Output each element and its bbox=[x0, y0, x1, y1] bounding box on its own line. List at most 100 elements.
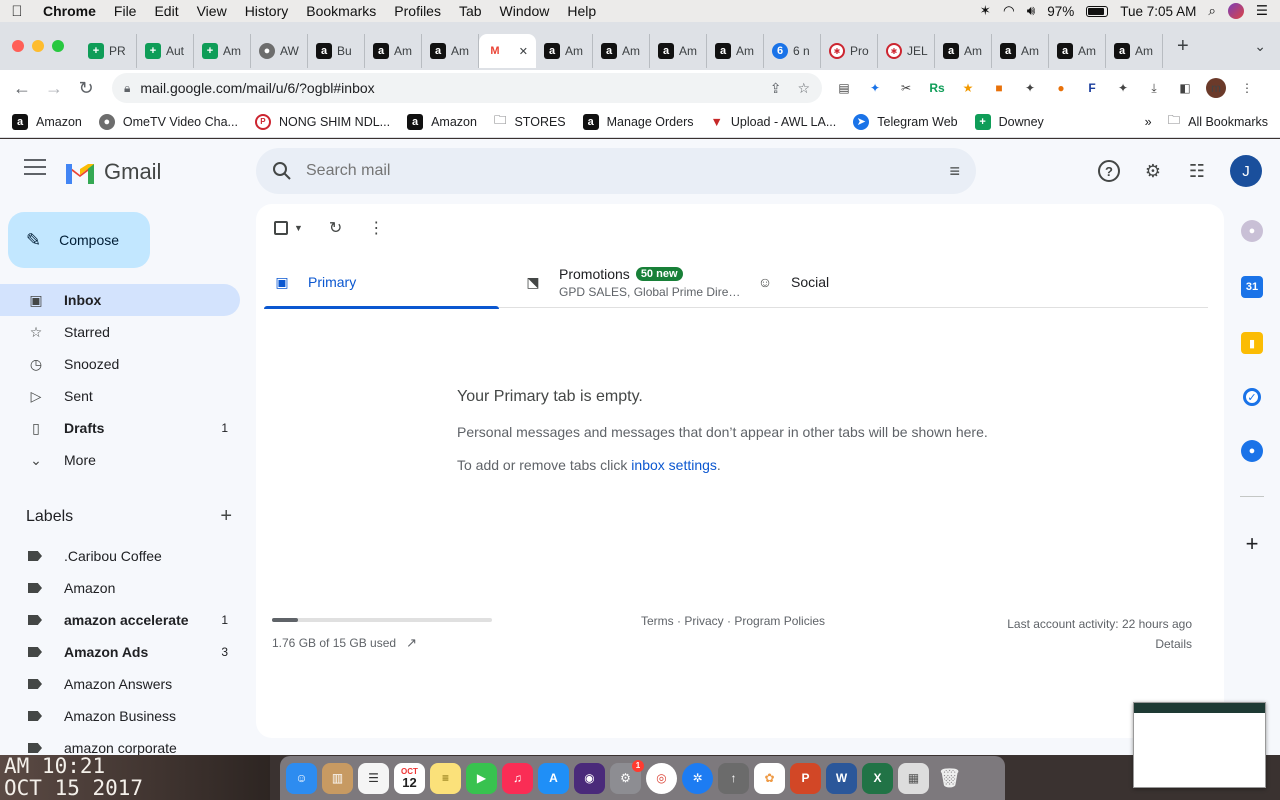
program-policies-link[interactable]: Program Policies bbox=[734, 614, 825, 628]
battery-icon[interactable] bbox=[1086, 5, 1109, 17]
label-item[interactable]: Amazon Answers bbox=[0, 668, 240, 700]
label-item[interactable]: amazon accelerate 1 bbox=[0, 604, 240, 636]
calendar-dock-icon[interactable]: OCT 12 bbox=[394, 762, 425, 794]
menu-history[interactable]: History bbox=[236, 3, 298, 19]
contacts-book-icon[interactable]: ▥ bbox=[322, 762, 353, 794]
browser-tab[interactable]: ✱ JEL bbox=[878, 34, 935, 68]
bookmark-item[interactable]: ➤ Telegram Web bbox=[853, 111, 958, 132]
browser-tab[interactable]: a Am bbox=[935, 34, 992, 68]
excel-icon[interactable]: X bbox=[862, 762, 893, 794]
help-icon[interactable]: ? bbox=[1098, 160, 1120, 182]
select-checkbox[interactable]: ▼ bbox=[274, 221, 303, 235]
browser-tab[interactable]: + Am bbox=[194, 34, 251, 68]
trash-icon[interactable]: 🗑︎ bbox=[934, 763, 965, 794]
close-tab-icon[interactable]: ✕ bbox=[519, 45, 528, 58]
menu-edit[interactable]: Edit bbox=[145, 3, 187, 19]
label-item[interactable]: Amazon Business bbox=[0, 700, 240, 732]
tab-primary[interactable]: ▣ Primary bbox=[264, 256, 499, 309]
facetime-icon[interactable]: ▶ bbox=[466, 762, 497, 794]
app-store-icon[interactable]: A bbox=[538, 762, 569, 794]
all-bookmarks-button[interactable]: 🗀︎ All Bookmarks bbox=[1168, 111, 1268, 132]
get-addons-plus-icon[interactable]: + bbox=[1224, 531, 1280, 557]
calendar-icon[interactable]: 31 bbox=[1241, 276, 1263, 298]
browser-tab[interactable]: 6 6 n bbox=[764, 34, 821, 68]
bookmark-item[interactable]: P NONG SHIM NDL... bbox=[254, 111, 390, 132]
spotlight-search-icon[interactable]: ⌕ bbox=[1208, 3, 1216, 19]
label-item[interactable]: Amazon Ads 3 bbox=[0, 636, 240, 668]
open-storage-external-icon[interactable]: ↗ bbox=[406, 635, 417, 651]
browser-tab[interactable]: a Am bbox=[1106, 34, 1163, 68]
extension-scout-icon[interactable]: ★ bbox=[958, 78, 978, 98]
extension-firefox-icon[interactable]: ● bbox=[1051, 78, 1071, 98]
control-center-icon[interactable]: ☰ bbox=[1256, 3, 1268, 19]
tab-promotions[interactable]: ⬔ Promotions 50 new GPD SALES, Global Pr… bbox=[499, 256, 751, 308]
browser-tab[interactable]: + Aut bbox=[137, 34, 194, 68]
profile-avatar[interactable]: m bbox=[1206, 78, 1226, 98]
tab-social[interactable]: ☺ Social bbox=[751, 256, 951, 308]
label-item[interactable]: amazon corporate bbox=[0, 732, 240, 755]
keep-icon[interactable]: ▮ bbox=[1241, 332, 1263, 354]
more-actions-icon[interactable]: ⋮ bbox=[368, 218, 384, 238]
screenshot-thumbnail[interactable] bbox=[1133, 702, 1266, 788]
settings-gear-icon[interactable]: ⚙ bbox=[1142, 160, 1164, 182]
reminders-icon[interactable]: ☰ bbox=[358, 762, 389, 794]
apple-icon[interactable]:  bbox=[0, 3, 34, 20]
minimize-window-button[interactable] bbox=[32, 40, 44, 52]
browser-tab[interactable]: M ✕ bbox=[479, 34, 536, 68]
nav-item-more[interactable]: ⌄ More bbox=[0, 444, 240, 476]
browser-tab[interactable]: + PR bbox=[80, 34, 137, 68]
music-icon[interactable]: ♫ bbox=[502, 762, 533, 794]
browser-tab[interactable]: ● AW bbox=[251, 34, 308, 68]
apps-grid-icon[interactable]: ☷ bbox=[1186, 160, 1208, 182]
label-item[interactable]: .Caribou Coffee bbox=[0, 540, 240, 572]
search-input[interactable] bbox=[306, 162, 906, 180]
tab-search-chevron-icon[interactable]: ⌄ bbox=[1254, 38, 1266, 55]
browser-tab[interactable]: a Am bbox=[365, 34, 422, 68]
nav-item-starred[interactable]: ☆ Starred bbox=[0, 316, 240, 348]
bookmark-item[interactable]: + Downey bbox=[974, 111, 1044, 132]
chrome-dock-icon[interactable]: ◎ bbox=[646, 762, 677, 794]
compose-button[interactable]: ✎ Compose bbox=[8, 212, 150, 268]
zoom-window-button[interactable] bbox=[52, 40, 64, 52]
main-menu-icon[interactable] bbox=[24, 159, 46, 180]
system-preferences-icon[interactable]: ⚙ 1 bbox=[610, 759, 644, 794]
extension-cart-icon[interactable]: ✂ bbox=[896, 78, 916, 98]
nav-item-sent[interactable]: ▷ Sent bbox=[0, 380, 240, 412]
search-icon[interactable] bbox=[272, 161, 292, 181]
gmail-logo[interactable]: Gmail bbox=[64, 159, 161, 185]
wifi-icon[interactable]: ◠ bbox=[1003, 3, 1015, 19]
browser-tab[interactable]: ✱ Pro bbox=[821, 34, 878, 68]
menu-profiles[interactable]: Profiles bbox=[385, 3, 450, 19]
extension-orange-icon[interactable]: ■ bbox=[989, 78, 1009, 98]
bookmark-item[interactable]: ● OmeTV Video Cha... bbox=[98, 111, 238, 132]
launchpad-icon[interactable]: ↑ bbox=[718, 762, 749, 794]
menu-clock[interactable]: Tue 7:05 AM bbox=[1120, 4, 1196, 19]
browser-tab[interactable]: a Bu bbox=[308, 34, 365, 68]
notes-icon[interactable]: ≡ bbox=[430, 762, 461, 794]
label-item[interactable]: Amazon bbox=[0, 572, 240, 604]
siri-icon[interactable] bbox=[1227, 3, 1244, 19]
back-button[interactable]: ← bbox=[6, 78, 38, 99]
ghost-extension-icon[interactable]: ● bbox=[1241, 220, 1263, 242]
search-options-icon[interactable]: ≡ bbox=[949, 161, 960, 182]
tasks-icon[interactable]: ✓ bbox=[1243, 388, 1261, 406]
privacy-link[interactable]: Privacy bbox=[684, 614, 723, 628]
bookmark-item[interactable]: a Manage Orders bbox=[582, 111, 694, 132]
downloads-stack-icon[interactable]: ▦ bbox=[898, 762, 929, 794]
browser-tab[interactable]: a Am bbox=[422, 34, 479, 68]
photos-icon[interactable]: ✿ bbox=[754, 762, 785, 794]
bookmark-item[interactable]: a Amazon bbox=[12, 111, 82, 132]
bookmarks-overflow-chevron[interactable]: » bbox=[1145, 115, 1152, 129]
bookmark-item[interactable]: 🗀︎ STORES bbox=[494, 111, 566, 132]
menu-file[interactable]: File bbox=[105, 3, 146, 19]
close-window-button[interactable] bbox=[12, 40, 24, 52]
new-tab-button[interactable]: + bbox=[1177, 35, 1189, 58]
menu-help[interactable]: Help bbox=[558, 3, 605, 19]
powerpoint-icon[interactable]: P bbox=[790, 762, 821, 794]
menu-tab[interactable]: Tab bbox=[450, 3, 491, 19]
word-icon[interactable]: W bbox=[826, 762, 857, 794]
contacts-icon[interactable]: ● bbox=[1241, 440, 1263, 462]
nav-item-inbox[interactable]: ▣ Inbox bbox=[0, 284, 240, 316]
menu-app-name[interactable]: Chrome bbox=[34, 3, 105, 19]
terms-link[interactable]: Terms bbox=[641, 614, 674, 628]
